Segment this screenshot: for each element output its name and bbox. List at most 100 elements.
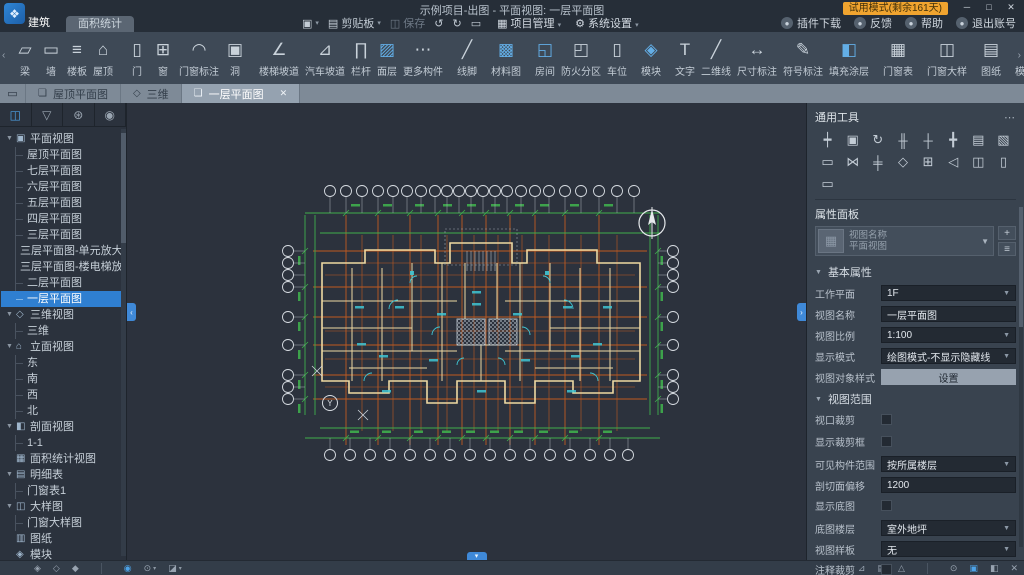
ribbon-finish-button[interactable]: ▨面层 xyxy=(374,36,400,80)
section-header-0[interactable]: ▼基本属性 xyxy=(815,264,1016,280)
logout-button[interactable]: ●退出账号 xyxy=(956,15,1016,31)
open-file-button[interactable]: ▣ ▾ xyxy=(302,17,319,30)
ribbon-stair-ramp-button[interactable]: ∠楼梯坡道 xyxy=(256,36,302,80)
split-tool-icon[interactable]: ◫ xyxy=(966,153,991,171)
array-tool-icon[interactable]: ▤ xyxy=(966,131,991,149)
maximize-button[interactable]: □ xyxy=(978,0,1000,15)
ribbon-more-button[interactable]: ⋯更多构件 xyxy=(400,36,446,80)
view-tab-1[interactable]: ◇三维 xyxy=(121,84,182,103)
ribbon-line2d-button[interactable]: ╱二维线 xyxy=(698,36,734,80)
filter-tab[interactable]: ▽ xyxy=(32,103,64,126)
save-button[interactable]: ◫ 保存 xyxy=(390,15,425,31)
lightbulb-icon[interactable]: ◉ xyxy=(124,563,132,574)
view-tab-2[interactable]: ❏一层平面图✕ xyxy=(182,84,301,103)
tree-item-2-0[interactable]: 东 xyxy=(16,355,126,371)
app-tab-arch[interactable]: 建筑 xyxy=(16,14,62,32)
ribbon-wall-button[interactable]: ▭墙 xyxy=(38,36,64,80)
tree-group-area-view[interactable]: ▦面积统计视图 xyxy=(0,451,126,467)
stretch-tool-icon[interactable]: ▭ xyxy=(815,153,840,171)
add-tool-icon[interactable]: ╋ xyxy=(941,131,966,149)
hide-element-icon[interactable]: ◇ xyxy=(53,563,60,574)
system-settings-menu[interactable]: ⚙ 系统设置 ▾ xyxy=(575,15,639,31)
tree-group-threed-view[interactable]: ▼◇三维视图 xyxy=(0,307,126,323)
rotate-tool-icon[interactable]: ↻ xyxy=(865,131,890,149)
prop-input-0-1[interactable]: 一层平面图 xyxy=(881,306,1016,322)
ribbon-door-button[interactable]: ▯门 xyxy=(124,36,150,80)
ribbon-fire-zone-button[interactable]: ◰防火分区 xyxy=(558,36,604,80)
ribbon-scroll-left-icon[interactable]: ‹ xyxy=(2,50,5,61)
copy-tool-icon[interactable]: ▣ xyxy=(840,131,865,149)
tree-item-2-2[interactable]: 西 xyxy=(16,387,126,403)
tree-item-0-0[interactable]: 屋顶平面图 xyxy=(16,147,126,163)
collapse-bottom-handle[interactable]: ▾ xyxy=(467,552,487,560)
ribbon-opening-button[interactable]: ▣洞 xyxy=(222,36,248,80)
tree-item-2-1[interactable]: 南 xyxy=(16,371,126,387)
mirror-axis-tool-icon[interactable]: ⋈ xyxy=(840,153,865,171)
close-tab-icon[interactable]: ✕ xyxy=(280,88,288,99)
collapse-left-panel-handle[interactable]: ‹ xyxy=(127,303,136,321)
tree-group-plan-view[interactable]: ▼▣平面视图 xyxy=(0,131,126,147)
ribbon-sheet-button[interactable]: ▤图纸 xyxy=(978,36,1004,80)
mirror-tool-icon[interactable]: ◁ xyxy=(941,153,966,171)
tree-group-section-view[interactable]: ▼◧剖面视图 xyxy=(0,419,126,435)
redo-button[interactable]: ↻ xyxy=(452,17,461,30)
tree-item-0-7[interactable]: 三层平面图-楼电梯放… xyxy=(16,259,126,275)
offset-tool-icon[interactable]: ▧ xyxy=(991,131,1016,149)
ribbon-fill-button[interactable]: ◧填充涂层 xyxy=(826,36,872,80)
undo-button[interactable]: ↺ xyxy=(434,17,443,30)
tree-item-1-0[interactable]: 三维 xyxy=(16,323,126,339)
view-tab-0[interactable]: ❏屋顶平面图 xyxy=(26,84,121,103)
prop-checkbox-1-0[interactable] xyxy=(881,414,892,425)
prop-button-0-4[interactable]: 设置 xyxy=(881,369,1016,385)
tree-item-0-4[interactable]: 四层平面图 xyxy=(16,211,126,227)
center-tool-icon[interactable]: ┼ xyxy=(916,131,941,149)
tree-item-0-6[interactable]: 三层平面图-单元放大… xyxy=(16,243,126,259)
tree-group-detail-view[interactable]: ▼◫大样图 xyxy=(0,499,126,515)
drawing-canvas[interactable]: Y ‹ › ▾ xyxy=(127,103,806,560)
tree-item-0-3[interactable]: 五层平面图 xyxy=(16,195,126,211)
ribbon-parking-button[interactable]: ▯车位 xyxy=(604,36,630,80)
collapse-right-panel-handle[interactable]: › xyxy=(797,303,806,321)
tree-group-sheet-view[interactable]: ▥图纸 xyxy=(0,531,126,547)
ribbon-railing-button[interactable]: ∏栏杆 xyxy=(348,36,374,80)
ribbon-slab-button[interactable]: ≡楼板 xyxy=(64,36,90,80)
ribbon-scroll-right-icon[interactable]: › xyxy=(1018,50,1021,61)
visibility-icon[interactable]: ⊙▾ xyxy=(144,563,157,574)
align-tool-icon[interactable]: ╫ xyxy=(890,131,915,149)
ribbon-roof-button[interactable]: ⌂屋顶 xyxy=(90,36,116,80)
move-tool-icon[interactable]: ┿ xyxy=(815,131,840,149)
ribbon-material-button[interactable]: ▩材料图 xyxy=(488,36,524,80)
tree-item-0-1[interactable]: 七层平面图 xyxy=(16,163,126,179)
tree-item-6-0[interactable]: 门窗大样图 xyxy=(16,515,126,531)
type-list-button[interactable]: ≡ xyxy=(998,242,1016,256)
project-tree-tab[interactable]: ◫ xyxy=(0,103,32,126)
ribbon-window-button[interactable]: ⊞窗 xyxy=(150,36,176,80)
tree-item-0-8[interactable]: 二层平面图 xyxy=(16,275,126,291)
tree-item-0-2[interactable]: 六层平面图 xyxy=(16,179,126,195)
prop-select-1-5[interactable]: 室外地坪▼ xyxy=(881,520,1016,536)
prop-select-1-6[interactable]: 无▼ xyxy=(881,541,1016,557)
tree-group-elevation-view[interactable]: ▼⌂立面视图 xyxy=(0,339,126,355)
tree-item-3-0[interactable]: 1-1 xyxy=(16,435,126,451)
ribbon-symbol-tag-button[interactable]: ✎符号标注 xyxy=(780,36,826,80)
group-tool-icon[interactable]: ⊞ xyxy=(916,153,941,171)
ribbon-dw-detail-button[interactable]: ◫门窗大样 xyxy=(924,36,970,80)
prop-input-1-3[interactable]: 1200 xyxy=(881,477,1016,493)
ribbon-text-button[interactable]: T文字 xyxy=(672,36,698,80)
prop-checkbox-1-1[interactable] xyxy=(881,436,892,447)
ribbon-dw-tag-button[interactable]: ◠门窗标注 xyxy=(176,36,222,80)
ribbon-module-button[interactable]: ◈模块 xyxy=(638,36,664,80)
help-button[interactable]: ●帮助 xyxy=(905,15,943,31)
prop-checkbox-1-4[interactable] xyxy=(881,500,892,511)
display-style-icon[interactable]: ◪▾ xyxy=(168,563,182,574)
prop-checkbox-1-7[interactable] xyxy=(881,564,892,575)
prop-select-0-3[interactable]: 绘图模式-不显示隐藏线▼ xyxy=(881,348,1016,364)
tree-group-schedule-view[interactable]: ▼▤明细表 xyxy=(0,467,126,483)
section-header-1[interactable]: ▼视图范围 xyxy=(815,391,1016,407)
tree-item-2-3[interactable]: 北 xyxy=(16,403,126,419)
ribbon-beam-button[interactable]: ▱梁 xyxy=(12,36,38,80)
join-tool-icon[interactable]: ◇ xyxy=(890,153,915,171)
helmet-tab[interactable]: ◉ xyxy=(95,103,127,126)
add-type-button[interactable]: + xyxy=(998,226,1016,240)
isolate-element-icon[interactable]: ◆ xyxy=(72,563,79,574)
